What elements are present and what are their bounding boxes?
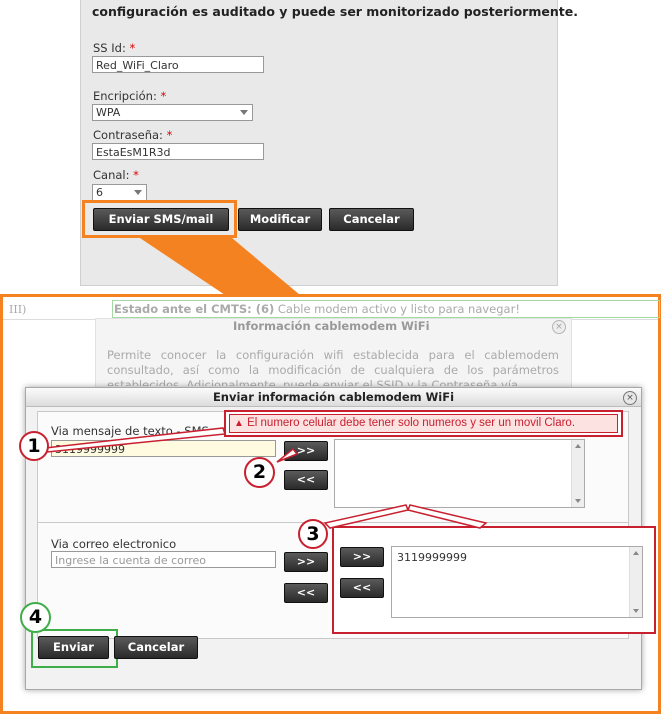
- step-3-callout: 3: [298, 519, 328, 549]
- step-4-callout: 4: [20, 602, 51, 633]
- step-1-callout: 1: [19, 431, 49, 461]
- annotation-arrows: [43, 427, 488, 529]
- step-2-callout: 2: [244, 457, 275, 488]
